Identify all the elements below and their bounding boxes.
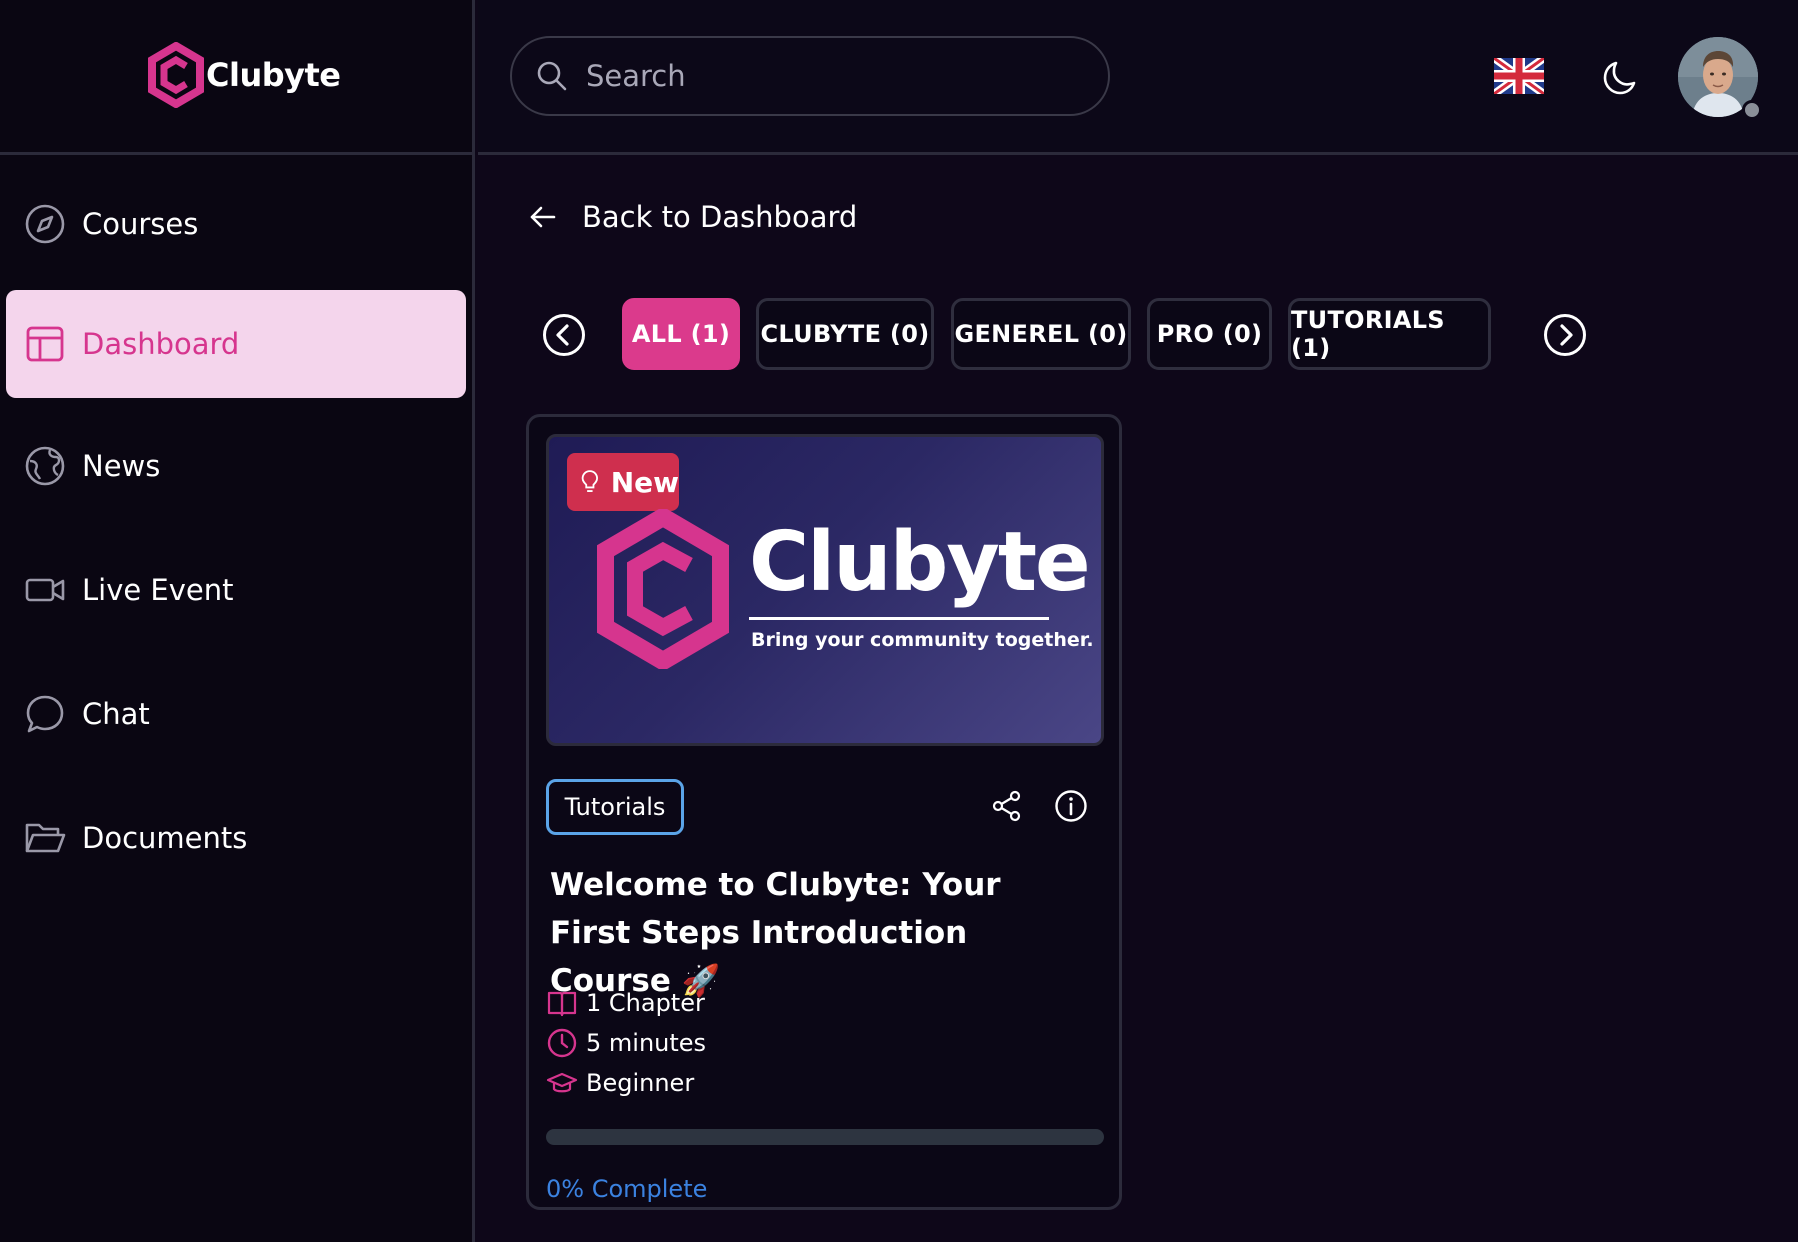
course-thumbnail[interactable]: New Clubyte Bring your community togethe… <box>546 434 1104 746</box>
thumbnail-divider <box>749 617 1049 620</box>
tab-clubyte[interactable]: CLUBYTE (0) <box>756 298 934 370</box>
chapters-text: 1 Chapter <box>586 989 705 1017</box>
tab-generel[interactable]: GENEREL (0) <box>951 298 1131 370</box>
chevron-right-circle-icon[interactable] <box>1543 313 1587 357</box>
clubyte-logo-icon <box>597 509 729 669</box>
level-text: Beginner <box>586 1069 695 1097</box>
back-to-dashboard-link[interactable]: Back to Dashboard <box>528 200 857 234</box>
globe-icon <box>24 445 66 487</box>
compass-icon <box>24 203 66 245</box>
sidebar-item-news[interactable]: News <box>6 412 466 520</box>
logo-area: Clubyte <box>0 0 475 155</box>
new-badge: New <box>567 453 679 511</box>
category-tag[interactable]: Tutorials <box>546 779 684 835</box>
top-header <box>478 0 1798 155</box>
tab-pro[interactable]: PRO (0) <box>1147 298 1272 370</box>
sidebar-item-label: Live Event <box>82 573 234 607</box>
sidebar-item-dashboard[interactable]: Dashboard <box>6 290 466 398</box>
back-label: Back to Dashboard <box>582 200 858 234</box>
lightbulb-icon <box>581 470 598 492</box>
video-icon <box>24 569 66 611</box>
layout-icon <box>24 323 66 365</box>
meta-level: Beginner <box>546 1063 706 1103</box>
meta-duration: 5 minutes <box>546 1023 706 1063</box>
info-icon[interactable] <box>1054 789 1088 823</box>
search-bar[interactable] <box>510 36 1110 116</box>
share-icon[interactable] <box>991 790 1023 822</box>
tab-tutorials[interactable]: TUTORIALS (1) <box>1288 298 1491 370</box>
online-status-dot <box>1742 100 1762 120</box>
sidebar-item-label: Chat <box>82 697 150 731</box>
sidebar-item-label: Documents <box>82 821 248 855</box>
sidebar-item-courses[interactable]: Courses <box>6 170 466 278</box>
search-input[interactable] <box>586 59 1086 93</box>
book-icon <box>547 991 577 1017</box>
thumbnail-title: Clubyte <box>749 515 1091 610</box>
duration-text: 5 minutes <box>586 1029 707 1057</box>
course-meta: 1 Chapter 5 minutes Beginner <box>546 983 706 1103</box>
progress-label: 0% Complete <box>546 1175 708 1203</box>
clubyte-logo[interactable]: Clubyte <box>148 42 341 108</box>
logo-text: Clubyte <box>206 56 341 94</box>
chat-icon <box>24 693 66 735</box>
clock-icon <box>547 1028 577 1058</box>
new-badge-label: New <box>610 465 679 499</box>
sidebar-item-label: News <box>82 449 161 483</box>
sidebar-item-documents[interactable]: Documents <box>6 784 466 892</box>
meta-chapters: 1 Chapter <box>546 983 706 1023</box>
sidebar-item-label: Courses <box>82 207 199 241</box>
thumbnail-tagline: Bring your community together. <box>751 629 1094 651</box>
app-root: Clubyte Courses Dashboard News Live Even… <box>0 0 1798 1242</box>
moon-icon[interactable] <box>1600 58 1640 98</box>
folder-icon <box>24 817 66 859</box>
graduation-cap-icon <box>546 1072 578 1093</box>
sidebar: Clubyte Courses Dashboard News Live Even… <box>0 0 475 1242</box>
progress-bar <box>546 1129 1104 1145</box>
tab-all[interactable]: ALL (1) <box>622 298 740 370</box>
course-card[interactable]: New Clubyte Bring your community togethe… <box>526 414 1122 1210</box>
sidebar-item-label: Dashboard <box>82 327 240 361</box>
search-icon <box>537 61 567 91</box>
arrow-left-icon <box>530 206 556 228</box>
sidebar-item-live-event[interactable]: Live Event <box>6 536 466 644</box>
chevron-left-circle-icon[interactable] <box>542 313 586 357</box>
sidebar-item-chat[interactable]: Chat <box>6 660 466 768</box>
uk-flag-icon[interactable] <box>1494 58 1544 94</box>
clubyte-logo-icon <box>148 42 204 108</box>
